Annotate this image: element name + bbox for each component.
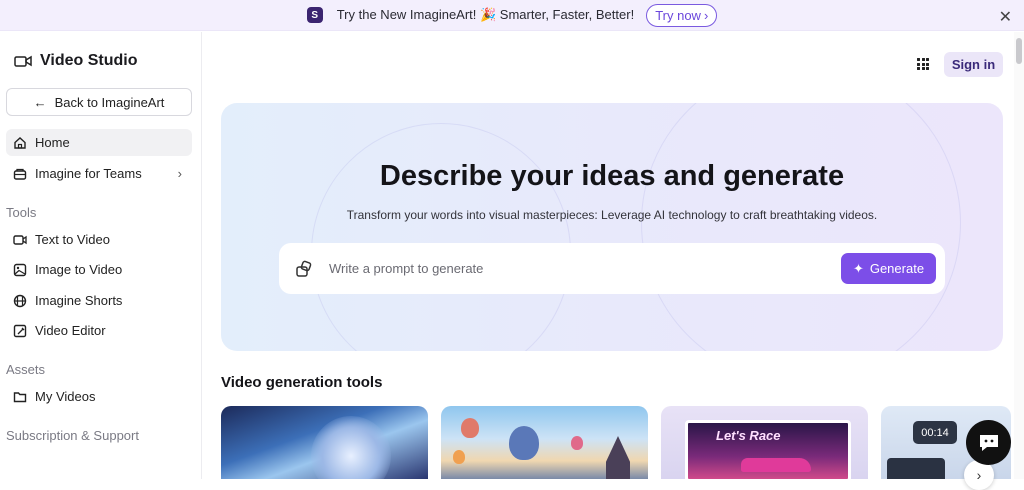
folder-icon xyxy=(13,390,27,404)
hero-decoration xyxy=(311,123,571,351)
sidebar-item-label: Imagine Shorts xyxy=(35,293,123,308)
chat-support-button[interactable] xyxy=(966,420,1011,465)
brand-title: Video Studio xyxy=(40,52,138,69)
close-banner-icon[interactable]: ✕ xyxy=(999,7,1012,27)
scrollbar-thumb[interactable] xyxy=(1016,38,1022,64)
teams-icon xyxy=(13,167,27,181)
balloon-shape xyxy=(571,436,583,450)
generate-button[interactable]: ✦ Generate xyxy=(841,253,936,284)
sidebar-item-label: Home xyxy=(35,135,70,150)
sidebar-item-imagine-shorts[interactable]: Imagine Shorts xyxy=(6,287,192,314)
hero-decoration xyxy=(641,103,961,351)
prompt-bar: ✦ Generate xyxy=(279,243,945,294)
temple-shape xyxy=(606,436,630,479)
sidebar: Video Studio ← Back to ImagineArt Home I… xyxy=(0,32,202,479)
arrow-left-icon: ← xyxy=(33,94,47,110)
hero-subtitle: Transform your words into visual masterp… xyxy=(346,208,878,222)
hot-air-balloons-card[interactable] xyxy=(441,406,648,479)
tools-section-title: Video generation tools xyxy=(221,374,383,391)
sign-in-button[interactable]: Sign in xyxy=(944,52,1003,77)
fantasy-portrait-card[interactable] xyxy=(221,406,428,479)
video-studio-icon xyxy=(14,55,32,67)
sidebar-item-label: Imagine for Teams xyxy=(35,166,142,181)
generate-label: Generate xyxy=(869,261,925,276)
text-to-video-icon xyxy=(13,233,27,247)
promo-banner: S Try the New ImagineArt! 🎉 Smarter, Fas… xyxy=(0,0,1024,31)
section-label-tools: Tools xyxy=(6,205,37,220)
video-time-badge: 00:14 xyxy=(913,421,957,444)
sidebar-item-label: Image to Video xyxy=(35,262,123,277)
section-label-assets: Assets xyxy=(6,362,46,377)
section-label-subscription: Subscription & Support xyxy=(6,428,139,443)
back-to-imagineart-button[interactable]: ← Back to ImagineArt xyxy=(6,88,192,116)
mini-player-shape xyxy=(887,458,945,479)
prompt-input[interactable] xyxy=(329,257,809,279)
chat-bubble-icon xyxy=(979,434,998,451)
promo-message: Try the New ImagineArt! 🎉 Smarter, Faste… xyxy=(336,7,635,22)
video-editor-icon xyxy=(13,324,27,338)
sidebar-item-label: Text to Video xyxy=(35,232,110,247)
lets-race-card[interactable]: Let's Race xyxy=(661,406,868,479)
sidebar-item-imagine-for-teams[interactable]: Imagine for Teams › xyxy=(6,160,192,187)
sidebar-item-home[interactable]: Home xyxy=(6,129,192,156)
sidebar-item-text-to-video[interactable]: Text to Video xyxy=(6,226,192,253)
back-label: Back to ImagineArt xyxy=(54,94,165,110)
try-now-label: Try now xyxy=(655,7,701,23)
card-thumbnail-art xyxy=(311,416,391,479)
sidebar-item-video-editor[interactable]: Video Editor xyxy=(6,317,192,344)
grid-apps-icon[interactable] xyxy=(917,58,929,70)
try-now-button[interactable]: Try now › xyxy=(646,3,718,27)
sidebar-item-image-to-video[interactable]: Image to Video xyxy=(6,256,192,283)
prompt-media-icon[interactable] xyxy=(295,260,313,278)
balloon-shape xyxy=(509,426,539,460)
film-reel-icon xyxy=(13,294,27,308)
chevron-right-icon: › xyxy=(177,166,182,181)
balloon-shape xyxy=(461,418,479,438)
hero-title: Describe your ideas and generate xyxy=(379,160,845,192)
sparkle-icon: ✦ xyxy=(852,260,864,276)
lets-race-text: Let's Race xyxy=(716,428,781,443)
sidebar-item-label: Video Editor xyxy=(35,323,106,338)
sidebar-item-label: My Videos xyxy=(35,389,96,404)
image-to-video-icon xyxy=(13,263,27,277)
home-icon xyxy=(13,136,27,150)
balloon-shape xyxy=(453,450,465,464)
brand[interactable]: Video Studio xyxy=(14,52,137,70)
chevron-right-icon: › xyxy=(703,7,709,23)
race-car-shape xyxy=(741,458,811,472)
page-scrollbar[interactable] xyxy=(1014,32,1024,479)
imagineart-logo-icon: S xyxy=(306,7,323,23)
hero-panel: Describe your ideas and generate Transfo… xyxy=(221,103,1003,351)
sidebar-item-my-videos[interactable]: My Videos xyxy=(6,383,192,410)
